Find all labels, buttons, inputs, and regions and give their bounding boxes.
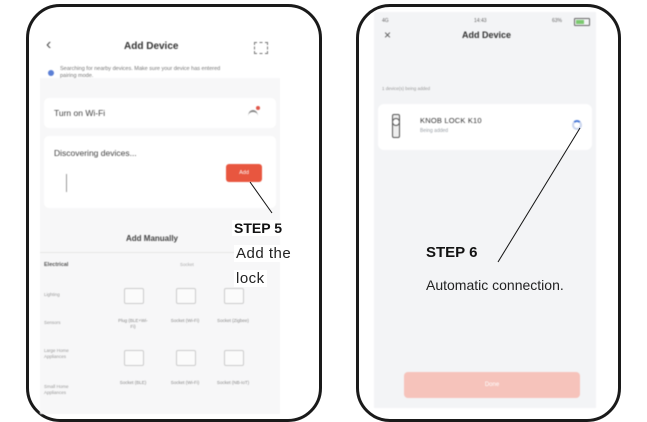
device-card[interactable]: KNOB LOCK K10 Being added [378,104,592,150]
status-battery-text: 63% [552,18,563,24]
wifi-card[interactable]: Turn on Wi-Fi [44,98,276,128]
add-manually-title: Add Manually [126,234,179,243]
step5-line1: Add the [234,245,294,262]
wifi-alert-icon [256,106,260,110]
socket-icon[interactable] [124,288,144,304]
device-option-label: Socket (Wi-Fi) [170,380,200,385]
close-button[interactable]: × [384,28,391,42]
category-sub-label: Socket [180,262,194,267]
back-chevron-icon[interactable]: ‹ [46,36,51,54]
wifi-icon [248,110,258,122]
row-label-sensors[interactable]: Sensors [44,320,74,326]
hint-icon [48,70,54,76]
step5-heading: STEP 5 [232,220,284,236]
discovered-lock-icon [66,174,71,192]
row-label-small-appliances[interactable]: Small Home Appliances [44,384,74,396]
step6-text: Automatic connection. [426,277,564,293]
lock-knob-icon [392,118,400,126]
device-name: KNOB LOCK K10 [420,116,482,125]
device-status: Being added [420,128,449,134]
left-phone-screen: ‹ Add Device Searching for nearby device… [40,24,280,414]
socket-icon[interactable] [224,350,244,366]
row-label-large-appliances[interactable]: Large Home Appliances [44,348,74,360]
socket-icon[interactable] [176,288,196,304]
right-phone-screen: 4G 14:43 63% × Add Device 1 device(s) be… [374,12,596,408]
discovery-card: Discovering devices... Add [44,136,276,208]
socket-icon[interactable] [124,350,144,366]
battery-icon [574,18,590,26]
step5-line2: lock [234,270,267,287]
device-option-label: Socket (NB-IoT) [216,380,250,385]
wifi-label: Turn on Wi-Fi [54,108,106,118]
status-time: 14:43 [474,18,487,24]
status-carrier: 4G [382,18,389,24]
page-title: Add Device [124,41,179,52]
scan-icon[interactable] [254,42,268,54]
category-label[interactable]: Electrical [44,262,68,268]
step6-heading: STEP 6 [426,244,478,261]
add-device-button[interactable]: Add [226,164,262,182]
device-option-label: Socket (Zigbee) [217,318,249,323]
device-option-label: Socket (Wi-Fi) [170,318,200,323]
socket-icon[interactable] [176,350,196,366]
socket-icon[interactable] [224,288,244,304]
adding-count-text: 1 device(s) being added [382,86,431,91]
loading-spinner-icon [572,120,582,130]
row-label-lighting[interactable]: Lighting [44,292,74,298]
device-option-label: Plug (BLE+Wi-Fi) [118,318,148,329]
page-title: Add Device [462,30,512,40]
done-button[interactable]: Done [404,372,580,398]
search-hint: Searching for nearby devices. Make sure … [60,66,221,79]
discovering-label: Discovering devices... [54,148,137,158]
device-option-label: Socket (BLE) [119,380,147,385]
